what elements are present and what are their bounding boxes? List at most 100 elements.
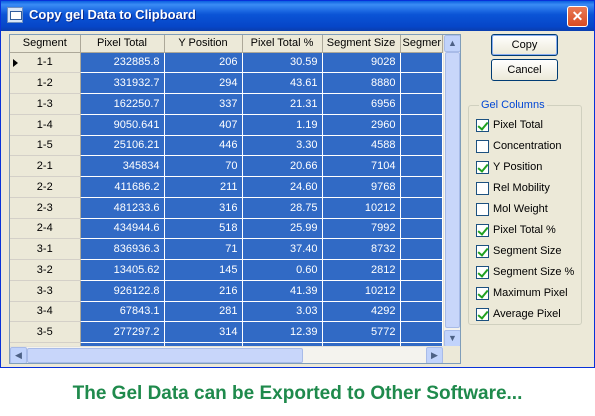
table-cell[interactable]: 21.31 — [242, 93, 323, 115]
row-header-cell[interactable]: 2-3 — [10, 197, 81, 219]
table-cell[interactable]: 9768 — [322, 176, 401, 198]
data-grid[interactable]: Segment Pixel Total Y Position Pixel Total … — [9, 34, 461, 364]
column-header[interactable]: Pixel Total % — [242, 35, 323, 53]
table-row[interactable]: 2-1 345834 70 20.66 7104 — [10, 155, 443, 177]
table-row[interactable]: 3-4 67843.1 281 3.03 4292 — [10, 301, 443, 323]
scroll-down-icon[interactable]: ▼ — [444, 330, 460, 347]
table-cell[interactable]: 3.03 — [242, 301, 323, 323]
table-cell[interactable]: 216 — [164, 280, 243, 302]
cancel-button[interactable]: Cancel — [491, 59, 558, 81]
table-cell[interactable]: 316 — [164, 197, 243, 219]
table-cell[interactable] — [400, 259, 443, 281]
table-cell[interactable]: 836936.3 — [80, 238, 165, 260]
row-header-cell[interactable]: 2-2 — [10, 176, 81, 198]
table-row[interactable]: 2-4 434944.6 518 25.99 7992 — [10, 218, 443, 240]
table-cell[interactable]: 314 — [164, 321, 243, 343]
table-row[interactable]: 3-1 836936.3 71 37.40 8732 — [10, 238, 443, 260]
table-cell[interactable] — [400, 280, 443, 302]
row-header-cell[interactable]: 1-5 — [10, 135, 81, 157]
column-header[interactable]: Pixel Total — [80, 35, 165, 53]
table-row[interactable]: 1-2 331932.7 294 43.61 8880 — [10, 72, 443, 94]
horizontal-scroll-thumb[interactable] — [27, 348, 303, 363]
table-cell[interactable]: 337 — [164, 93, 243, 115]
checkbox[interactable] — [476, 203, 489, 216]
horizontal-scrollbar[interactable]: ◀ ▶ — [10, 346, 443, 363]
copy-button[interactable]: Copy — [491, 34, 558, 56]
checkbox[interactable] — [476, 245, 489, 258]
table-cell[interactable]: 10212 — [322, 280, 401, 302]
table-cell[interactable]: 518 — [164, 218, 243, 240]
table-cell[interactable]: 12.39 — [242, 321, 323, 343]
scroll-left-icon[interactable]: ◀ — [10, 347, 27, 363]
scroll-up-icon[interactable]: ▲ — [444, 35, 460, 52]
column-header[interactable]: Segmer — [400, 35, 443, 53]
table-cell[interactable]: 162250.7 — [80, 93, 165, 115]
column-header[interactable]: Segment Size — [322, 35, 401, 53]
table-cell[interactable]: 434944.6 — [80, 218, 165, 240]
table-cell[interactable] — [400, 114, 443, 136]
checkbox[interactable] — [476, 224, 489, 237]
table-row[interactable]: 1-1 232885.8 206 30.59 9028 — [10, 52, 443, 74]
table-cell[interactable]: 3.30 — [242, 135, 323, 157]
table-cell[interactable]: 926122.8 — [80, 280, 165, 302]
table-cell[interactable]: 281 — [164, 301, 243, 323]
table-cell[interactable]: 25106.21 — [80, 135, 165, 157]
table-cell[interactable]: 481233.6 — [80, 197, 165, 219]
table-cell[interactable] — [400, 52, 443, 74]
row-header-cell[interactable]: 1-4 — [10, 114, 81, 136]
table-cell[interactable]: 6956 — [322, 93, 401, 115]
vertical-scroll-thumb[interactable] — [445, 52, 460, 328]
close-button[interactable]: ✕ — [567, 6, 588, 27]
title-bar[interactable]: Copy gel Data to Clipboard ✕ — [1, 1, 594, 31]
table-cell[interactable]: 7992 — [322, 218, 401, 240]
table-cell[interactable]: 345834 — [80, 155, 165, 177]
checkbox[interactable] — [476, 140, 489, 153]
table-cell[interactable] — [400, 238, 443, 260]
table-cell[interactable]: 9050.641 — [80, 114, 165, 136]
row-header-cell[interactable]: 3-2 — [10, 259, 81, 281]
row-header-cell[interactable]: 1-2 — [10, 72, 81, 94]
table-cell[interactable]: 70 — [164, 155, 243, 177]
table-cell[interactable]: 277297.2 — [80, 321, 165, 343]
row-header-cell[interactable]: 3-1 — [10, 238, 81, 260]
table-cell[interactable]: 7104 — [322, 155, 401, 177]
table-cell[interactable]: 30.59 — [242, 52, 323, 74]
table-cell[interactable] — [400, 176, 443, 198]
table-cell[interactable] — [400, 93, 443, 115]
table-cell[interactable] — [400, 321, 443, 343]
row-header-cell[interactable]: 1-1 — [10, 52, 81, 74]
table-cell[interactable]: 411686.2 — [80, 176, 165, 198]
table-row[interactable]: 1-5 25106.21 446 3.30 4588 — [10, 135, 443, 157]
table-cell[interactable]: 25.99 — [242, 218, 323, 240]
table-cell[interactable]: 0.60 — [242, 259, 323, 281]
table-cell[interactable]: 10212 — [322, 197, 401, 219]
checkbox[interactable] — [476, 119, 489, 132]
checkbox[interactable] — [476, 308, 489, 321]
table-row[interactable]: 1-4 9050.641 407 1.19 2960 — [10, 114, 443, 136]
table-cell[interactable]: 41.39 — [242, 280, 323, 302]
table-cell[interactable]: 2812 — [322, 259, 401, 281]
row-header-cell[interactable]: 2-1 — [10, 155, 81, 177]
table-cell[interactable]: 9028 — [322, 52, 401, 74]
table-cell[interactable]: 294 — [164, 72, 243, 94]
row-header-cell[interactable]: 1-3 — [10, 93, 81, 115]
table-row[interactable]: 2-2 411686.2 211 24.60 9768 — [10, 176, 443, 198]
table-cell[interactable]: 67843.1 — [80, 301, 165, 323]
table-cell[interactable] — [400, 155, 443, 177]
checkbox[interactable] — [476, 182, 489, 195]
row-header-cell[interactable]: 2-4 — [10, 218, 81, 240]
table-cell[interactable]: 28.75 — [242, 197, 323, 219]
table-cell[interactable] — [400, 197, 443, 219]
table-cell[interactable]: 211 — [164, 176, 243, 198]
row-header-cell[interactable]: 3-4 — [10, 301, 81, 323]
row-header-cell[interactable]: 3-5 — [10, 321, 81, 343]
table-cell[interactable]: 331932.7 — [80, 72, 165, 94]
table-cell[interactable]: 20.66 — [242, 155, 323, 177]
table-cell[interactable]: 37.40 — [242, 238, 323, 260]
column-header[interactable]: Segment — [10, 35, 81, 53]
checkbox[interactable] — [476, 161, 489, 174]
table-cell[interactable] — [400, 72, 443, 94]
table-cell[interactable]: 2960 — [322, 114, 401, 136]
table-cell[interactable]: 4588 — [322, 135, 401, 157]
table-cell[interactable]: 8732 — [322, 238, 401, 260]
